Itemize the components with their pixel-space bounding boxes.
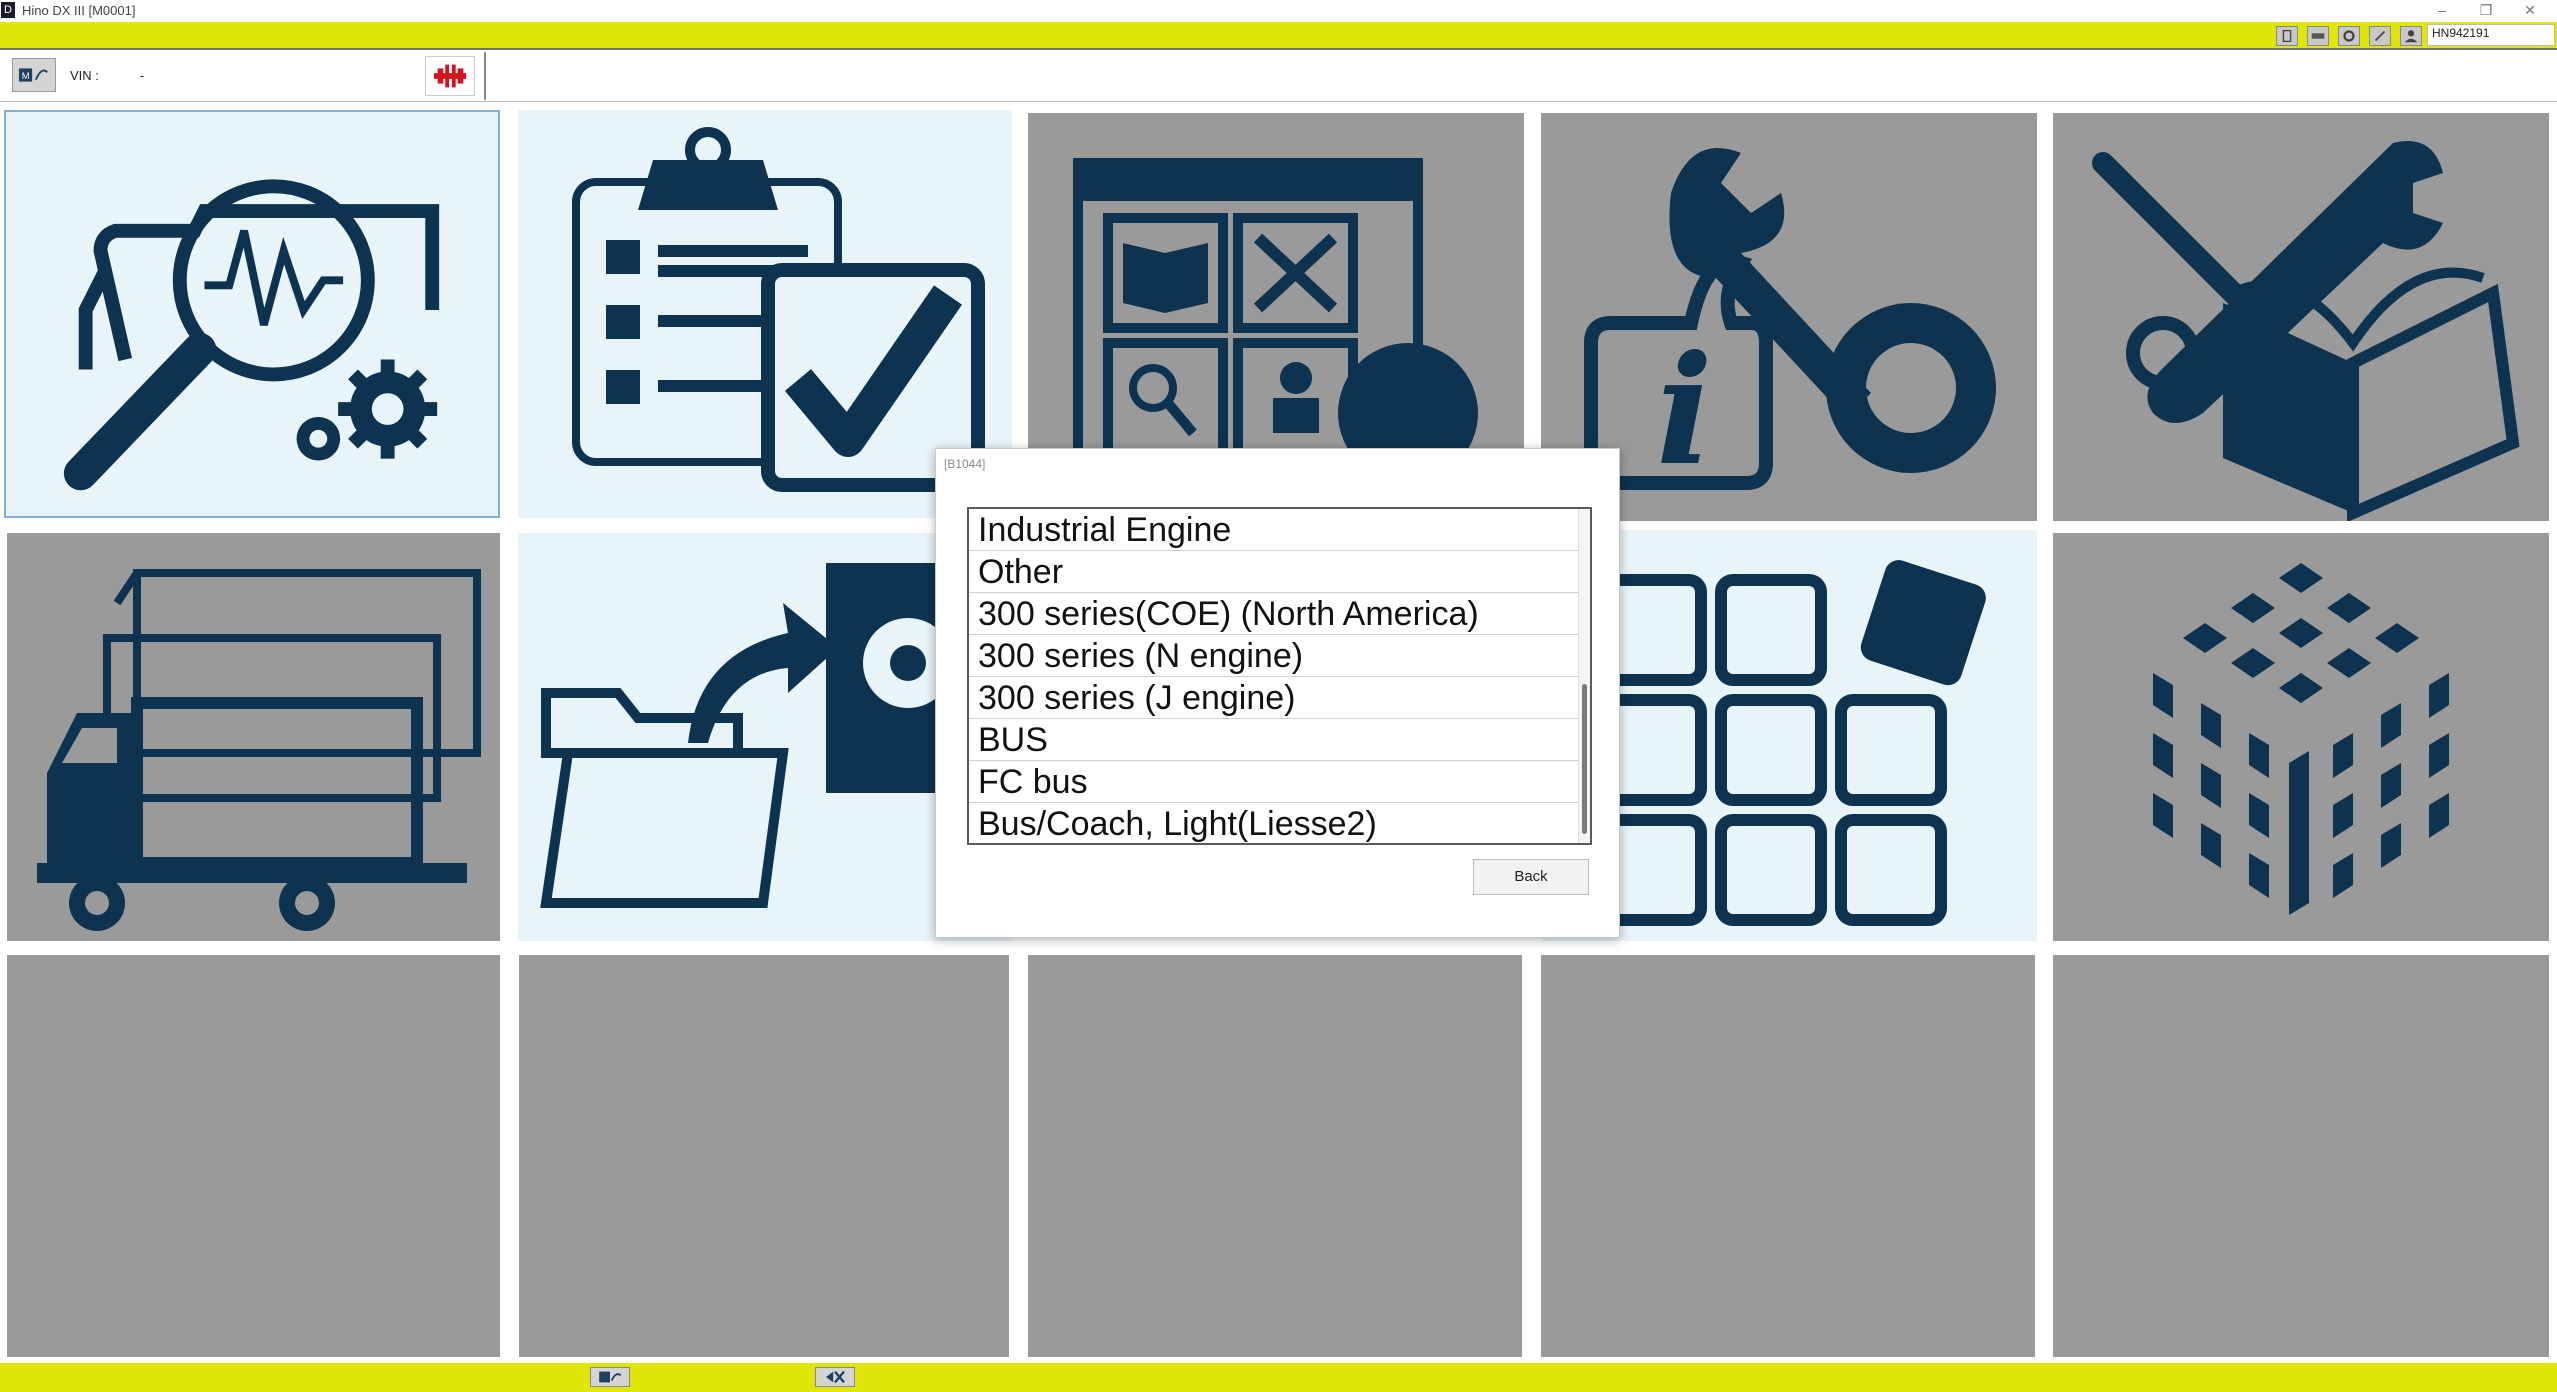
diagnosis-status-icon[interactable] (590, 1367, 630, 1387)
vin-value: - (140, 68, 145, 83)
tile-empty[interactable] (519, 955, 1009, 1357)
user-icon[interactable] (2400, 26, 2422, 46)
dialog-code: [B1044] (944, 457, 986, 471)
window-title: Hino DX III [M0001] (22, 3, 136, 18)
top-status-bar: HN942191 (0, 22, 2557, 48)
vehicle-type-list[interactable]: Industrial Engine Other 300 series(COE) … (967, 507, 1592, 845)
list-scrollbar[interactable] (1578, 509, 1590, 843)
tile-vehicles[interactable] (7, 533, 500, 941)
user-id-field[interactable]: HN942191 (2427, 24, 2555, 46)
title-bar: D Hino DX III [M0001] – ❐ ✕ (0, 0, 2557, 22)
tile-diagnosis[interactable] (4, 110, 500, 518)
svg-text:i: i (1656, 323, 1713, 499)
disconnect-status-icon[interactable] (815, 1367, 855, 1387)
cube-blocks-icon (2153, 563, 2449, 915)
vin-label: VIN : (70, 68, 99, 83)
app-icon: D (1, 2, 15, 18)
document-icon[interactable] (2276, 26, 2298, 46)
svg-text:M: M (22, 70, 30, 81)
vehicle-type-dialog: [B1044] Industrial Engine Other 300 seri… (935, 448, 1620, 938)
connection-plug-icon[interactable] (425, 56, 475, 96)
truck-magnifier-gears-icon (63, 179, 440, 491)
list-item[interactable]: BUS (969, 719, 1578, 761)
back-button[interactable]: Back (1473, 859, 1589, 895)
toolbar: M VIN : - (0, 48, 2557, 102)
restore-button[interactable]: ❐ (2464, 0, 2508, 22)
pencil-icon[interactable] (2369, 26, 2391, 46)
tools-open-book-icon (2092, 141, 2520, 521)
list-item[interactable]: 300 series (N engine) (969, 635, 1578, 677)
tile-empty[interactable] (2053, 955, 2549, 1357)
toolbar-separator (484, 52, 486, 100)
scrollbar-thumb[interactable] (1582, 684, 1587, 834)
tile-empty[interactable] (1541, 955, 2035, 1357)
tile-empty[interactable] (1028, 955, 1522, 1357)
vehicle-logo-button[interactable]: M (12, 58, 56, 92)
tile-modules[interactable] (2053, 533, 2549, 941)
tile-empty[interactable] (7, 955, 500, 1357)
close-button[interactable]: ✕ (2508, 0, 2552, 22)
minimize-button[interactable]: – (2420, 0, 2464, 22)
list-item[interactable]: Industrial Engine (969, 509, 1578, 551)
list-item[interactable]: FC bus (969, 761, 1578, 803)
list-item[interactable]: 300 series (J engine) (969, 677, 1578, 719)
tile-repair-manual[interactable] (2053, 113, 2549, 521)
keyboard-icon[interactable] (2307, 26, 2329, 46)
list-item[interactable]: 300 series(COE) (North America) (969, 593, 1578, 635)
bottom-status-bar (0, 1363, 2557, 1392)
list-item[interactable]: Bus/Coach, Light(Liesse2) (969, 803, 1578, 843)
trucks-fleet-icon (37, 569, 481, 931)
list-item[interactable]: Other (969, 551, 1578, 593)
gear-icon[interactable] (2338, 26, 2360, 46)
